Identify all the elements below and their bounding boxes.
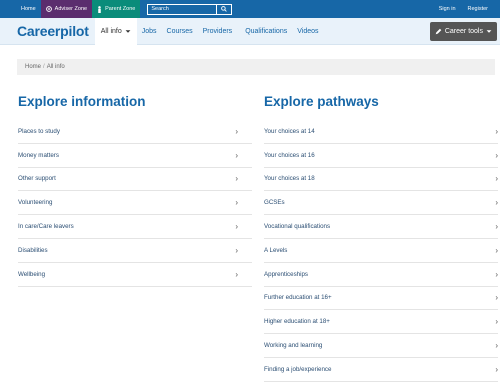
- chevron-right-icon: ›: [235, 174, 238, 184]
- info-item-label: Places to study: [18, 127, 60, 135]
- explore-information-list: Places to study › Money matters › Other supp…: [18, 120, 264, 287]
- pathway-item[interactable]: GCSEs ›: [264, 191, 498, 216]
- chevron-right-icon: ›: [495, 198, 498, 208]
- pathway-item[interactable]: Your choices at 18 ›: [264, 168, 498, 192]
- content-columns: Explore information Places to study › Mone…: [18, 94, 500, 382]
- pathway-item[interactable]: Further education at 16+ ›: [264, 287, 498, 311]
- info-item-label: Wellbeing: [18, 270, 46, 278]
- pathway-item[interactable]: A Levels ›: [264, 239, 498, 263]
- search-input[interactable]: [147, 3, 218, 15]
- career-tools-label: Career tools: [444, 27, 483, 35]
- pathway-item[interactable]: Finding a job/experience ›: [264, 358, 498, 382]
- info-item[interactable]: Places to study ›: [18, 120, 252, 144]
- info-item[interactable]: Volunteering ›: [18, 191, 252, 216]
- pathway-item-label: Vocational qualifications: [264, 223, 331, 231]
- info-item[interactable]: Other support ›: [18, 168, 252, 192]
- pathway-item-label: Your choices at 18: [264, 175, 315, 183]
- explore-pathways-section: Explore pathways Your choices at 14 › Your…: [264, 94, 500, 382]
- chevron-right-icon: ›: [495, 364, 498, 374]
- explore-pathways-heading: Explore pathways: [264, 94, 379, 109]
- top-bar: Home Adviser Zone Parent Zone Sign in Re…: [0, 0, 500, 18]
- pathway-item[interactable]: Your choices at 16 ›: [264, 144, 498, 168]
- adviser-zone-label: Adviser Zone: [54, 6, 88, 12]
- register-link[interactable]: Register: [462, 0, 494, 18]
- breadcrumb-home[interactable]: Home: [25, 64, 41, 70]
- nav-courses[interactable]: Courses: [162, 18, 198, 45]
- nav-all-info[interactable]: All info: [94, 17, 137, 45]
- pathway-item[interactable]: Your choices at 14 ›: [264, 120, 498, 144]
- chevron-right-icon: ›: [495, 341, 498, 351]
- chevron-right-icon: ›: [495, 174, 498, 184]
- chevron-right-icon: ›: [235, 150, 238, 160]
- pathway-item-label: Higher education at 18+: [264, 318, 330, 326]
- nav-qualifications[interactable]: Qualifications: [240, 18, 292, 45]
- search-box: [147, 3, 233, 15]
- pathway-item-label: Working and learning: [264, 342, 323, 350]
- info-item-label: Disabilities: [18, 246, 48, 254]
- brand-logo[interactable]: Careerpilot: [17, 23, 89, 39]
- chevron-right-icon: ›: [495, 269, 498, 279]
- chevron-right-icon: ›: [235, 269, 238, 279]
- search-icon: [221, 6, 228, 12]
- parent-icon: [98, 5, 101, 13]
- pathway-item[interactable]: Working and learning ›: [264, 334, 498, 358]
- pathway-item-label: A Levels: [264, 246, 288, 254]
- career-tools-button[interactable]: Career tools: [429, 21, 497, 41]
- pathway-item[interactable]: Apprenticeships ›: [264, 263, 498, 287]
- chevron-right-icon: ›: [495, 222, 498, 232]
- info-item[interactable]: Disabilities ›: [18, 239, 252, 263]
- breadcrumb-separator: /: [43, 64, 45, 70]
- chevron-right-icon: ›: [235, 126, 238, 136]
- parent-zone-link[interactable]: Parent Zone: [92, 0, 141, 18]
- pathway-item-label: GCSEs: [264, 199, 285, 207]
- caret-down-icon: [486, 29, 492, 33]
- pathway-item-label: Your choices at 16: [264, 151, 315, 159]
- chevron-right-icon: ›: [235, 198, 238, 208]
- sign-in-link[interactable]: Sign in: [433, 0, 462, 18]
- nav-jobs[interactable]: Jobs: [137, 18, 162, 45]
- main-nav: Careerpilot All info Jobs Courses Provid…: [0, 17, 500, 45]
- adviser-icon: [45, 6, 52, 12]
- info-item-label: In care/Care leavers: [18, 223, 74, 231]
- chevron-right-icon: ›: [495, 126, 498, 136]
- pathway-item-label: Your choices at 14: [264, 127, 315, 135]
- pathway-item-label: Finding a job/experience: [264, 365, 332, 373]
- chevron-right-icon: ›: [495, 293, 498, 303]
- chevron-right-icon: ›: [495, 317, 498, 327]
- chevron-right-icon: ›: [495, 245, 498, 255]
- explore-information-heading: Explore information: [18, 94, 146, 109]
- pathway-item[interactable]: Higher education at 18+ ›: [264, 310, 498, 335]
- pathway-item-label: Apprenticeships: [264, 270, 309, 278]
- info-item[interactable]: In care/Care leavers ›: [18, 215, 252, 239]
- chevron-right-icon: ›: [235, 245, 238, 255]
- pathway-item[interactable]: Vocational qualifications ›: [264, 215, 498, 239]
- info-item-label: Volunteering: [18, 199, 53, 207]
- parent-zone-label: Parent Zone: [105, 6, 136, 12]
- adviser-zone-link[interactable]: Adviser Zone: [40, 0, 93, 18]
- breadcrumb-current: All info: [46, 64, 65, 70]
- pathway-item-label: Further education at 16+: [264, 294, 332, 302]
- pencil-icon: [435, 28, 442, 34]
- chevron-right-icon: ›: [235, 222, 238, 232]
- caret-down-icon: [125, 29, 131, 33]
- breadcrumb: Home / All info: [17, 59, 495, 75]
- info-item-label: Other support: [18, 175, 56, 183]
- search-button[interactable]: [217, 3, 233, 15]
- chevron-right-icon: ›: [495, 150, 498, 160]
- info-item-label: Money matters: [18, 151, 59, 159]
- nav-providers[interactable]: Providers: [198, 18, 238, 45]
- explore-information-section: Explore information Places to study › Mone…: [18, 94, 264, 382]
- home-link[interactable]: Home: [16, 0, 41, 18]
- nav-videos[interactable]: Videos: [292, 18, 323, 45]
- info-item[interactable]: Money matters ›: [18, 144, 252, 168]
- nav-all-info-label: All info: [100, 27, 122, 35]
- explore-pathways-list: Your choices at 14 › Your choices at 16 › Yo…: [264, 120, 500, 382]
- info-item[interactable]: Wellbeing ›: [18, 263, 252, 287]
